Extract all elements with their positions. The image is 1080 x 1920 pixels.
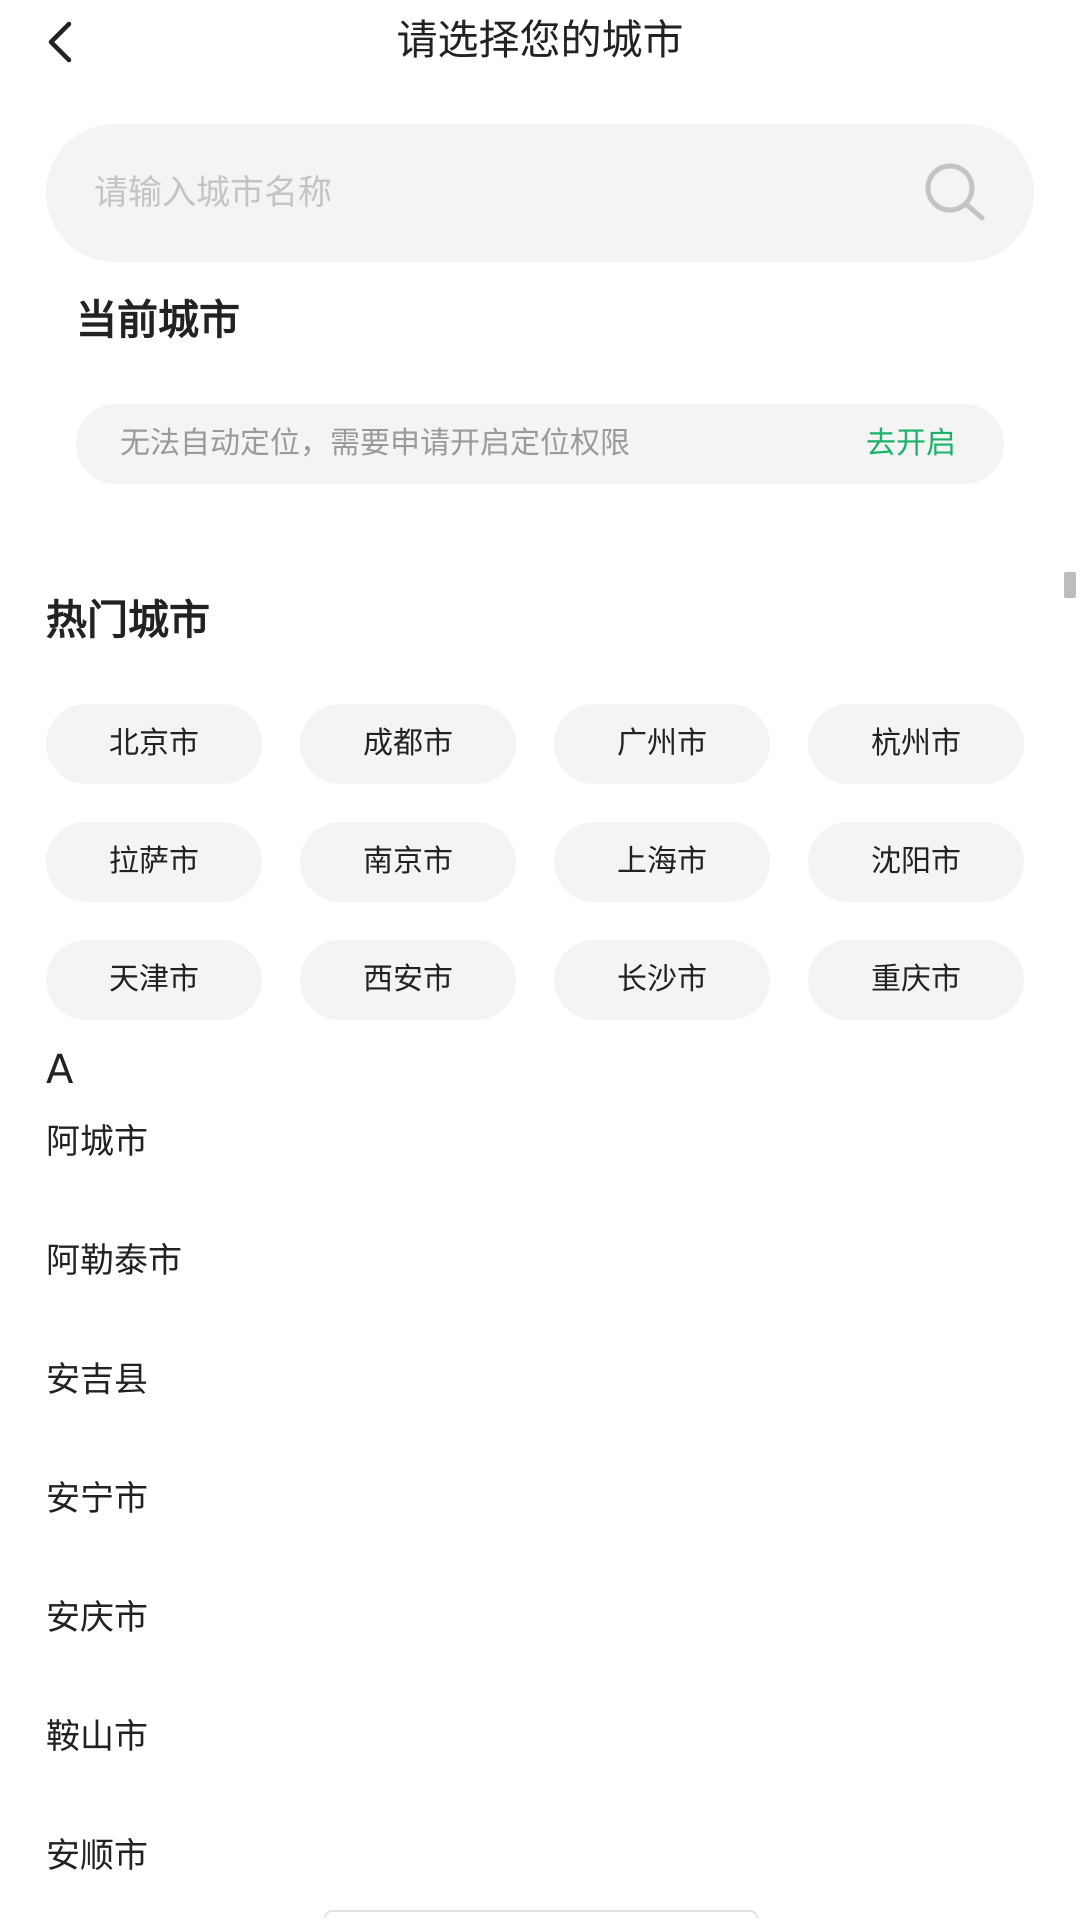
current-city-title: 当前城市 [76, 296, 240, 344]
enable-location-button[interactable]: 去开启 [866, 404, 956, 484]
hot-city-chip[interactable]: 南京市 [300, 822, 516, 902]
page-title: 请选择您的城市 [396, 16, 684, 64]
hot-city-chip[interactable]: 成都市 [300, 704, 516, 784]
hot-city-chip[interactable]: 沈阳市 [808, 822, 1024, 902]
hot-city-chip[interactable]: 天津市 [46, 940, 262, 1020]
hot-city-chip[interactable]: 长沙市 [554, 940, 770, 1020]
search-icon[interactable] [924, 162, 986, 224]
city-list-item[interactable]: 安顺市 [46, 1828, 148, 1884]
hot-city-chip[interactable]: 西安市 [300, 940, 516, 1020]
city-picker-page: 请选择您的城市 当前城市 无法自动定位，需要申请开启定位权限 去开启 热门城市 … [0, 0, 1080, 1920]
hot-cities-title: 热门城市 [46, 596, 210, 644]
hot-city-chip[interactable]: 重庆市 [808, 940, 1024, 1020]
hot-city-chip[interactable]: 拉萨市 [46, 822, 262, 902]
scrollbar-thumb[interactable] [1064, 572, 1076, 598]
hot-city-chip[interactable]: 杭州市 [808, 704, 1024, 784]
city-list-item[interactable]: 阿城市 [46, 1114, 148, 1170]
city-list-item[interactable]: 鞍山市 [46, 1709, 148, 1765]
bottom-sheet-edge [324, 1910, 758, 1918]
hot-city-chip[interactable]: 北京市 [46, 704, 262, 784]
city-list-item[interactable]: 安庆市 [46, 1590, 148, 1646]
location-message: 无法自动定位，需要申请开启定位权限 [120, 426, 630, 461]
search-box[interactable] [46, 124, 1034, 262]
hot-city-chip[interactable]: 上海市 [554, 822, 770, 902]
hot-city-chip[interactable]: 广州市 [554, 704, 770, 784]
letter-index-header: A [46, 1047, 74, 1093]
city-list-item[interactable]: 安宁市 [46, 1471, 148, 1527]
search-input[interactable] [94, 124, 894, 262]
city-list-item[interactable]: 安吉县 [46, 1352, 148, 1408]
city-list-item[interactable]: 阿勒泰市 [46, 1233, 182, 1289]
location-permission-bar: 无法自动定位，需要申请开启定位权限 去开启 [76, 404, 1004, 484]
